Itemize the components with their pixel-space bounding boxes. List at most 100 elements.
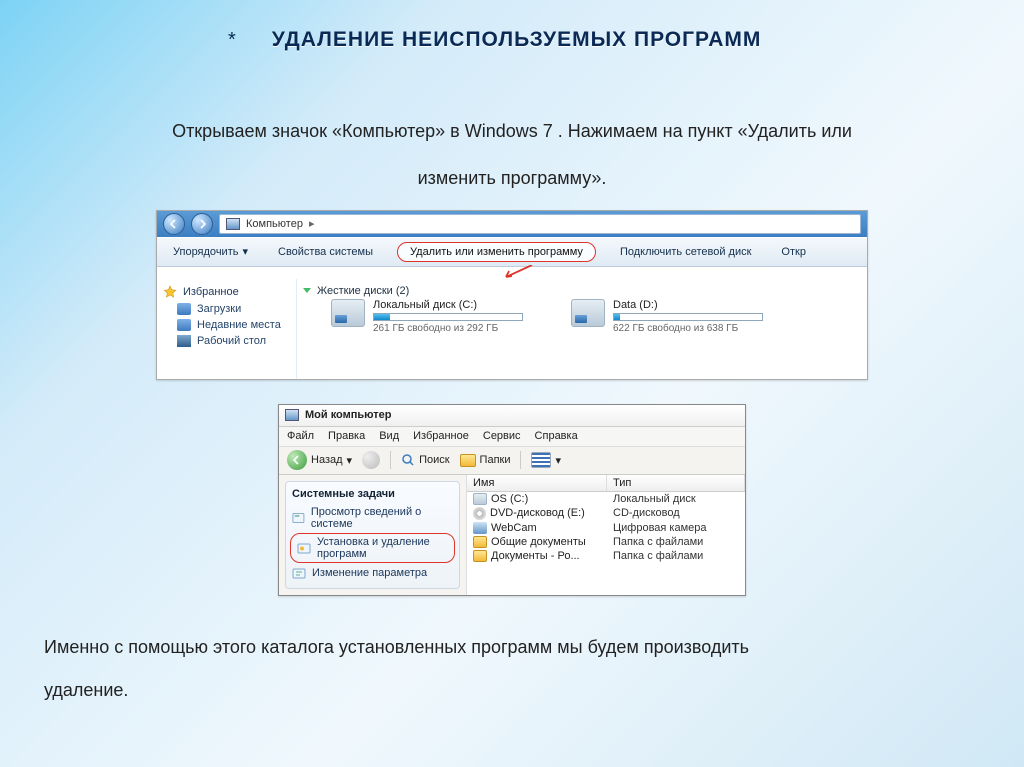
list-item[interactable]: OS (C:) Локальный диск [467,492,745,506]
task3-label: Изменение параметра [312,567,427,579]
xp-back-button[interactable]: Назад ▾ [287,450,352,470]
panel-header: Системные задачи [292,486,453,504]
row-type: Локальный диск [613,493,739,505]
menu-tools[interactable]: Сервис [483,430,521,442]
computer-icon [285,409,299,421]
disk-c-name: Локальный диск (C:) [373,299,523,311]
task-change-setting[interactable]: Изменение параметра [292,564,453,582]
menu-file[interactable]: Файл [287,430,314,442]
sidebar-desktop[interactable]: Рабочий стол [161,333,292,349]
back-arrow-icon [287,450,307,470]
nav-forward-button[interactable] [191,213,213,235]
disk-c-info: 261 ГБ свободно из 292 ГБ [373,323,523,334]
disk-d-capacity-bar [613,313,763,321]
star-icon [163,285,177,299]
subtitle-line1: Открываем значок «Компьютер» в Windows 7… [44,108,980,155]
win7-sidebar: Избранное Загрузки Недавние места Рабочи… [157,279,297,379]
xp-search-button[interactable]: Поиск [401,453,449,467]
row-type: Папка с файлами [613,536,739,548]
col-name[interactable]: Имя [467,475,607,491]
row-name: DVD-дисковод (E:) [490,507,585,519]
xp-title-text: Мой компьютер [305,409,392,421]
open-button-truncated[interactable]: Откр [775,243,812,261]
row-name: Документы - Ро... [491,550,580,562]
disk-c[interactable]: Локальный диск (C:) 261 ГБ свободно из 2… [331,299,523,334]
menu-edit[interactable]: Правка [328,430,365,442]
xp-forward-button[interactable] [362,451,380,469]
task-system-info[interactable]: Просмотр сведений о системе [292,504,453,532]
list-item[interactable]: Документы - Ро...Папка с файлами [467,549,745,563]
subtitle-line2: изменить программу». [44,155,980,202]
sidebar-downloads[interactable]: Загрузки [161,301,292,317]
row-name: WebCam [491,522,537,534]
organize-button[interactable]: Упорядочить ▾ [167,242,254,261]
computer-icon [226,218,240,230]
menu-favorites[interactable]: Избранное [413,430,469,442]
programs-icon [297,541,311,555]
chevron-down-icon: ▾ [242,245,248,258]
task-add-remove-programs[interactable]: Установка и удаление программ [290,533,455,563]
row-name: OS (C:) [491,493,528,505]
sidebar-favorites[interactable]: Избранное [161,283,292,301]
xp-rows: OS (C:) Локальный диск DVD-дисковод (E:) CD… [467,492,745,563]
xp-task-panel: Системные задачи Просмотр сведений о сис… [279,475,467,595]
list-item[interactable]: DVD-дисковод (E:) CD-дисковод [467,506,745,521]
xp-menubar: Файл Правка Вид Избранное Сервис Справка [279,427,745,447]
task1-label: Просмотр сведений о системе [311,506,453,530]
back-label: Назад [311,454,343,466]
chevron-down-icon: ▾ [555,454,561,467]
cam-icon [473,522,487,534]
downloads-icon [177,303,191,315]
folders-label: Папки [480,454,511,466]
hdd-icon [331,299,365,327]
task2-line1: Установка и удаление [317,536,430,548]
search-label: Поиск [419,454,449,466]
sidebar-recent[interactable]: Недавние места [161,317,292,333]
task2-label: Установка и удаление программ [317,536,430,560]
task2-line2: программ [317,548,367,560]
recent-label: Недавние места [197,319,281,331]
bullet: * [228,29,236,52]
subtitle: Открываем значок «Компьютер» в Windows 7… [44,108,980,202]
disk-icon [473,493,487,505]
win7-titlebar: Компьютер ▸ [157,211,867,237]
disk-d[interactable]: Data (D:) 622 ГБ свободно из 638 ГБ [571,299,763,334]
xp-views-button[interactable]: ▾ [531,452,561,468]
desktop-icon [177,335,191,347]
nav-back-button[interactable] [163,213,185,235]
row-type: CD-дисковод [613,507,739,519]
list-item[interactable]: WebCamЦифровая камера [467,521,745,535]
xp-body: Системные задачи Просмотр сведений о сис… [279,475,745,595]
winxp-explorer: Мой компьютер Файл Правка Вид Избранное … [278,404,746,596]
col-type[interactable]: Тип [607,475,745,491]
address-bar[interactable]: Компьютер ▸ [219,214,861,234]
disk-group-header[interactable]: Жесткие диски (2) [303,283,861,299]
favorites-label: Избранное [183,286,239,298]
separator [390,451,391,469]
downloads-label: Загрузки [197,303,241,315]
menu-help[interactable]: Справка [535,430,578,442]
conclusion-line2: удаление. [44,669,980,712]
map-network-drive-button[interactable]: Подключить сетевой диск [614,243,757,261]
uninstall-program-button[interactable]: Удалить или изменить программу [397,242,596,262]
search-icon [401,453,415,467]
folder-icon [473,536,487,548]
xp-folders-button[interactable]: Папки [460,454,511,467]
win7-toolbar: Упорядочить ▾ Свойства системы Удалить и… [157,237,867,267]
desktop-label: Рабочий стол [197,335,266,347]
win7-body: Избранное Загрузки Недавние места Рабочи… [157,279,867,379]
separator [520,451,521,469]
chevron-down-icon: ▾ [347,454,353,467]
row-name: Общие документы [491,536,586,548]
menu-view[interactable]: Вид [379,430,399,442]
conclusion: Именно с помощью этого каталога установл… [44,626,980,712]
system-properties-button[interactable]: Свойства системы [272,243,379,261]
disk-d-name: Data (D:) [613,299,763,311]
disk-d-fill [614,314,620,320]
xp-column-headers: Имя Тип [467,475,745,492]
recent-icon [177,319,191,331]
slide-heading: УДАЛЕНИЕ НЕИСПОЛЬЗУЕМЫХ ПРОГРАММ [272,28,762,52]
organize-label: Упорядочить [173,246,238,258]
list-item[interactable]: Общие документы Папка с файлами [467,535,745,549]
xp-toolbar: Назад ▾ Поиск Папки ▾ [279,447,745,475]
